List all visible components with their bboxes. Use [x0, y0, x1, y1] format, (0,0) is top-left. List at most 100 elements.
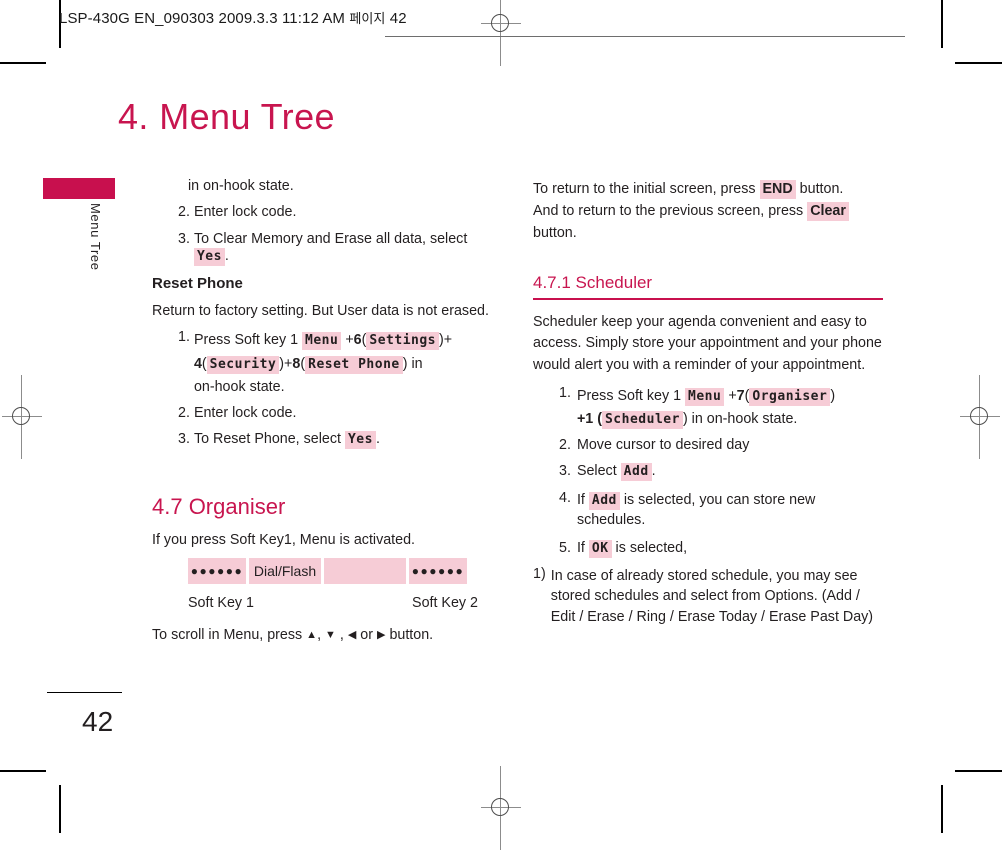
chip-end: END — [759, 180, 796, 199]
arrow-right-icon: ▶ — [376, 628, 386, 641]
list-item-number: 3. — [178, 230, 190, 247]
continued-line: in on-hook state. — [188, 178, 294, 194]
list-item-number: 2. — [178, 204, 190, 221]
arrow-down-icon: ▼ — [325, 628, 336, 641]
return-text-4: button. — [533, 225, 577, 242]
registration-mark-left — [2, 375, 42, 459]
softkey2-label: Soft Key 2 — [412, 595, 478, 612]
return-text-2: button. — [799, 181, 844, 197]
softkey-blank[interactable] — [324, 558, 406, 585]
sched-step1-digit-7: 7 — [736, 387, 745, 404]
sched-step1-plus-one: +1 ( — [576, 410, 602, 427]
list-item-number: 2. — [178, 404, 190, 421]
step1-digit-4: 4 — [193, 355, 202, 372]
reset-phone-intro: Return to factory setting. But User data… — [152, 303, 489, 320]
side-tab-label: Menu Tree — [88, 203, 103, 271]
organiser-intro: If you press Soft Key1, Menu is activate… — [152, 531, 416, 548]
step3-text-before: To Reset Phone, select — [193, 431, 341, 448]
chip-yes: Yes — [344, 431, 376, 450]
list-item-text: Press Soft key 1 Menu +7(Organiser) +1 (… — [571, 385, 883, 431]
registration-vertical-line — [500, 0, 501, 66]
scroll-text-before: To scroll in Menu, press — [152, 626, 303, 643]
return-text-3: And to return to the previous screen, pr… — [533, 203, 804, 220]
softkey-diagram: ●●●●●● Dial/Flash ●●●●●● — [188, 558, 468, 585]
left-column: in on-hook state. 2. Enter lock code. 3.… — [152, 178, 502, 644]
list-item: 1. Press Soft key 1 Menu +6(Settings)+ 4… — [152, 329, 502, 398]
softkey1-label: Soft Key 1 — [188, 595, 254, 612]
registration-circle — [491, 798, 509, 816]
list-item-text: If OK is selected, — [571, 539, 883, 558]
list-item-text: Enter lock code. — [193, 404, 297, 421]
list-item-number: 3. — [178, 431, 190, 448]
subheading-reset-phone: Reset Phone — [152, 274, 243, 292]
scroll-text-after: button. — [389, 626, 434, 643]
arrow-left-icon: ◀ — [347, 628, 357, 641]
step1-close-plus-1: )+ — [439, 332, 453, 349]
list-item: 3. Select Add. — [533, 463, 883, 482]
step1-plus-1: + — [345, 332, 354, 349]
list-item: 2. Enter lock code. — [152, 204, 502, 221]
crop-mark-bottom-right-horizontal — [955, 770, 1002, 772]
page-number: 42 — [82, 706, 114, 737]
sched-step1-plus: + — [728, 387, 737, 404]
chip-yes: Yes — [193, 248, 225, 267]
registration-circle — [491, 14, 509, 32]
note-number: 1) — [533, 566, 546, 583]
registration-mark-bottom — [481, 766, 521, 850]
softkey-left-dots[interactable]: ●●●●●● — [188, 558, 246, 585]
note-text: In case of already stored schedule, you … — [550, 568, 874, 625]
list-item: 1. Press Soft key 1 Menu +7(Organiser) +… — [533, 385, 883, 431]
chip-add: Add — [620, 463, 652, 482]
crop-mark-bottom-left-horizontal — [0, 770, 46, 772]
sched-step3-after: . — [651, 463, 656, 480]
sched-step1-paren-close: ) — [830, 387, 836, 404]
chip-settings: Settings — [366, 332, 440, 351]
list-item-text: Press Soft key 1 Menu +6(Settings)+ 4(Se… — [190, 329, 502, 398]
softkey-dial-flash[interactable]: Dial/Flash — [249, 558, 321, 585]
softkey-right-dots[interactable]: ●●●●●● — [409, 558, 467, 585]
step1-digit-6: 6 — [353, 332, 362, 349]
list-item-text: Move cursor to desired day — [576, 436, 750, 453]
list-item: 5. If OK is selected, — [533, 539, 883, 558]
list-item: 2. Move cursor to desired day — [533, 437, 883, 454]
registration-mark-right — [960, 375, 1000, 459]
chip-menu: Menu — [685, 387, 725, 406]
registration-circle — [970, 407, 988, 425]
page-title: 4. Menu Tree — [118, 96, 335, 137]
side-tab-block — [43, 178, 115, 199]
print-header: LSP-430G EN_090303 2009.3.3 11:12 AM 페이지… — [59, 8, 407, 27]
list-item-number: 1. — [559, 384, 571, 401]
folio-rule — [47, 692, 122, 693]
softkey-labels: Soft Key 1 Soft Key 2 — [188, 595, 478, 612]
step1-onhook: on-hook state. — [193, 378, 285, 395]
chip-menu: Menu — [302, 332, 342, 351]
scroll-instruction: To scroll in Menu, press ▲, ▼ , ◀ or ▶ b… — [152, 626, 434, 643]
list-item-number: 4. — [559, 489, 571, 506]
chip-ok: OK — [588, 539, 612, 558]
sched-step1-text-1: Press Soft key 1 — [576, 387, 682, 404]
sched-step1-tail: ) in on-hook state. — [682, 410, 798, 427]
chip-clear: Clear — [807, 202, 849, 222]
sched-step5-after: is selected, — [615, 539, 688, 556]
crop-mark-top-right-horizontal — [955, 62, 1002, 64]
sched-step5-before: If — [576, 539, 585, 556]
chip-reset-phone: Reset Phone — [305, 355, 403, 374]
scroll-or: or — [360, 626, 373, 643]
header-rule-left — [385, 36, 505, 37]
crop-mark-bottom-left-vertical — [59, 785, 61, 833]
sched-step3-before: Select — [576, 463, 617, 480]
registration-mark-top — [481, 0, 521, 66]
print-header-hangul: 페이지 — [349, 11, 386, 26]
step1-close-plus-2: )+ — [279, 355, 293, 372]
chip-scheduler: Scheduler — [601, 410, 683, 429]
list-item-text: To Reset Phone, select Yes. — [190, 431, 502, 450]
list-item-text-after: . — [224, 248, 229, 265]
list-item-text: Select Add. — [571, 463, 883, 482]
crop-mark-bottom-right-vertical — [941, 785, 943, 833]
chip-add: Add — [588, 491, 620, 510]
step3-text-after: . — [375, 431, 380, 448]
crop-mark-top-right-vertical — [941, 0, 943, 48]
section-heading-scheduler: 4.7.1 Scheduler — [533, 273, 653, 293]
